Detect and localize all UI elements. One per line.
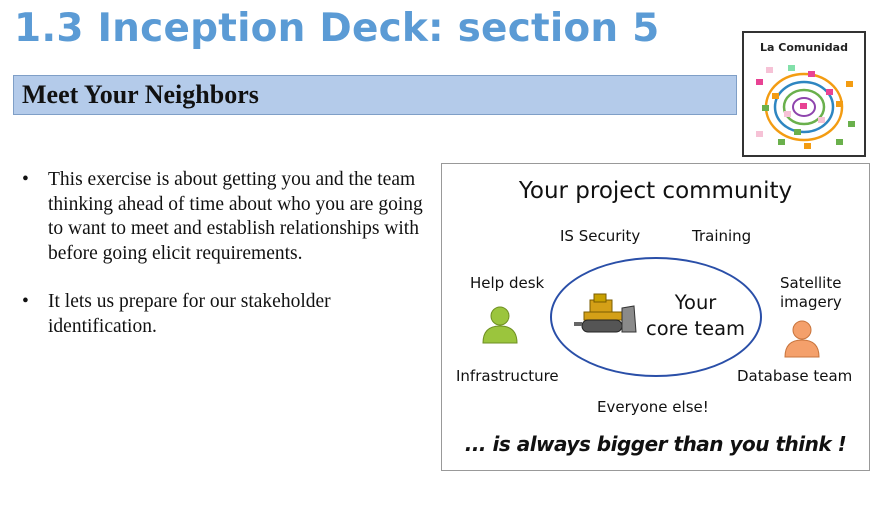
logo-label: La Comunidad bbox=[760, 41, 848, 54]
person-icon bbox=[784, 320, 820, 358]
bullet-list: • This exercise is about getting you and… bbox=[22, 168, 427, 363]
diagram-heading: Your project community bbox=[518, 178, 793, 204]
label-is-security: IS Security bbox=[560, 227, 641, 245]
slide-title: 1.3 Inception Deck: section 5 bbox=[14, 6, 660, 51]
bullet-item: • It lets us prepare for our stakeholder… bbox=[22, 290, 427, 339]
bullet-marker: • bbox=[22, 291, 29, 312]
bulldozer-icon bbox=[574, 293, 637, 333]
label-infrastructure: Infrastructure bbox=[456, 367, 559, 385]
bullet-text: This exercise is about getting you and t… bbox=[48, 169, 423, 264]
diagram-tagline: ... is always bigger than you think ! bbox=[464, 432, 847, 456]
bullet-text: It lets us prepare for our stakeholder i… bbox=[48, 291, 331, 337]
core-team-line2: core team bbox=[646, 317, 746, 340]
label-training: Training bbox=[692, 227, 752, 245]
community-spiral-icon bbox=[756, 65, 855, 149]
project-community-diagram: Your project community IS Security Train… bbox=[441, 163, 870, 471]
slide-subtitle: Meet Your Neighbors bbox=[22, 80, 259, 109]
bullet-item: • This exercise is about getting you and… bbox=[22, 168, 427, 266]
core-team-line1: Your bbox=[674, 291, 717, 314]
label-database-team: Database team bbox=[737, 367, 853, 385]
person-icon bbox=[482, 306, 518, 344]
label-help-desk: Help desk bbox=[470, 274, 545, 292]
label-satellite-line2: imagery bbox=[780, 293, 842, 311]
bullet-marker: • bbox=[22, 169, 29, 190]
label-satellite-line1: Satellite bbox=[780, 274, 842, 292]
label-everyone-else: Everyone else! bbox=[597, 398, 709, 416]
community-logo: La Comunidad bbox=[742, 31, 866, 157]
core-team-label: Your core team bbox=[646, 290, 745, 342]
